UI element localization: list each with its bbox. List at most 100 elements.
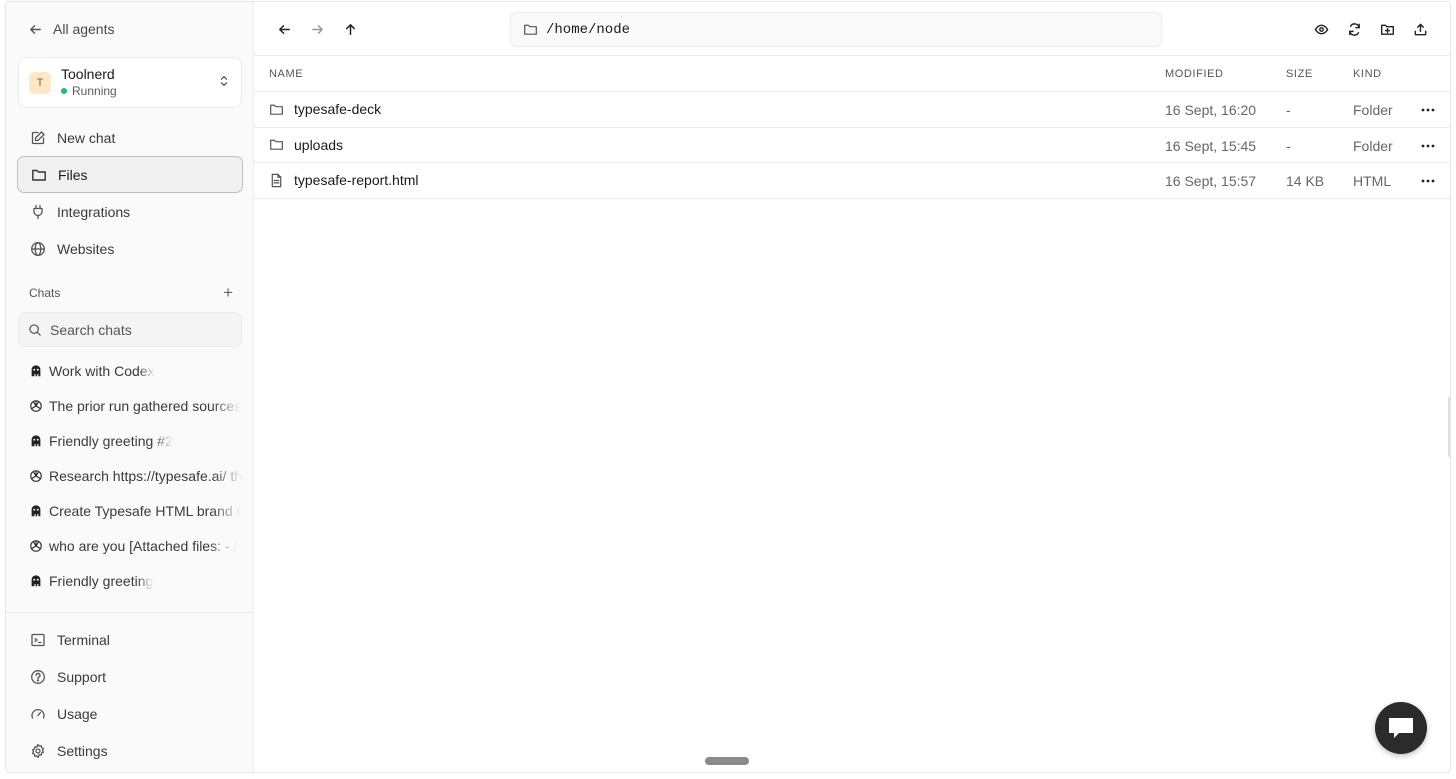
help-icon (31, 669, 45, 684)
forward-button[interactable] (308, 20, 326, 38)
file-row[interactable]: uploads 16 Sept, 15:45 - Folder (254, 128, 1450, 163)
sidebar: All agents T Toolnerd Running New chat F… (6, 2, 254, 772)
column-kind[interactable]: KIND (1353, 68, 1382, 80)
new-folder-button[interactable] (1378, 20, 1396, 38)
chat-item-label: Friendly greeting #2 (49, 432, 173, 449)
back-button[interactable] (275, 20, 293, 38)
agent-name: Toolnerd (61, 66, 115, 82)
chat-item[interactable]: The prior run gathered sources (29, 388, 242, 423)
folder-icon (270, 104, 283, 115)
preview-toggle-button[interactable] (1312, 20, 1330, 38)
search-chats-input[interactable] (50, 321, 230, 338)
nav-label: Integrations (57, 203, 131, 220)
folder-plus-icon (1380, 24, 1394, 35)
column-modified[interactable]: MODIFIED (1165, 68, 1224, 80)
chevron-up-down-icon (217, 74, 231, 91)
panel-edge-handle[interactable] (1448, 397, 1450, 457)
nav-files[interactable]: Files (17, 156, 243, 193)
plug-icon (33, 204, 43, 219)
refresh-icon (1348, 22, 1360, 36)
nav-label: Support (57, 668, 107, 685)
nav-label: Files (58, 166, 88, 183)
file-name-cell: typesafe-report.html (269, 172, 419, 188)
file-browser: NAME MODIFIED SIZE KIND typesafe-deck 16… (254, 2, 1450, 772)
nav-terminal[interactable]: Terminal (17, 621, 243, 658)
agent-switcher[interactable]: T Toolnerd Running (18, 57, 242, 108)
chat-item[interactable]: Friendly greeting (29, 563, 242, 598)
file-kind: Folder (1353, 102, 1393, 118)
edit-icon (31, 130, 45, 144)
agent-status: Running (61, 83, 217, 99)
more-horizontal-icon (1421, 179, 1435, 183)
openai-icon (30, 539, 42, 552)
chats-header: Chats + (29, 284, 233, 301)
all-agents-link[interactable]: All agents (28, 21, 114, 37)
agent-status-label: Running (72, 84, 117, 98)
file-kind: Folder (1353, 137, 1393, 154)
refresh-button[interactable] (1345, 20, 1363, 38)
globe-icon (31, 241, 45, 256)
add-chat-button[interactable]: + (223, 284, 233, 301)
nav-label: New chat (57, 129, 116, 146)
file-modified: 16 Sept, 16:20 (1165, 102, 1257, 118)
file-row[interactable]: typesafe-deck 16 Sept, 16:20 - Folder (254, 92, 1450, 128)
codex-icon (31, 574, 41, 586)
path-input[interactable] (546, 21, 1126, 38)
agent-info: Toolnerd Running (61, 66, 217, 99)
arrow-up-icon (345, 23, 355, 35)
nav-websites[interactable]: Websites (17, 230, 243, 267)
chat-widget-button[interactable] (1375, 702, 1427, 754)
nav-settings[interactable]: Settings (17, 732, 243, 769)
column-size[interactable]: SIZE (1286, 68, 1313, 80)
gear-icon (31, 743, 45, 758)
chat-item[interactable]: Research https://typesafe.ai/ th (29, 458, 242, 493)
bottom-nav: Terminal Support Usage Settings (17, 621, 243, 769)
upload-button[interactable] (1411, 20, 1429, 38)
nav-label: Websites (57, 240, 115, 257)
main-nav: New chat Files Integrations Websites (17, 119, 243, 267)
openai-icon (30, 399, 42, 412)
folder-icon (270, 139, 283, 150)
file-size: 14 KB (1286, 173, 1325, 189)
chat-bubble-icon (1389, 718, 1413, 738)
file-name: typesafe-deck (294, 101, 382, 117)
search-chats (18, 312, 242, 347)
chat-item-label: who are you [Attached files: - / (49, 537, 238, 554)
chat-item-label: Friendly greeting (49, 572, 154, 589)
codex-icon (31, 504, 41, 516)
all-agents-label: All agents (53, 21, 115, 37)
file-name-cell: uploads (269, 137, 343, 153)
chat-item[interactable]: who are you [Attached files: - / (29, 528, 242, 563)
chat-item-label: The prior run gathered sources (49, 397, 242, 414)
chat-item[interactable]: Friendly greeting #2 (29, 423, 242, 458)
nav-label: Usage (57, 705, 98, 722)
chats-title: Chats (29, 286, 61, 300)
chat-item[interactable]: Work with Codex (29, 353, 242, 388)
nav-support[interactable]: Support (17, 658, 243, 695)
file-size: - (1286, 137, 1291, 154)
chat-item[interactable]: Create Typesafe HTML brand r (29, 493, 242, 528)
chat-item-label: Work with Codex (49, 362, 155, 379)
nav-integrations[interactable]: Integrations (17, 193, 243, 230)
chat-item-label: Research https://typesafe.ai/ th (49, 467, 242, 484)
more-horizontal-icon (1421, 144, 1435, 147)
file-row[interactable]: typesafe-report.html 16 Sept, 15:57 14 K… (254, 163, 1450, 199)
file-size: - (1286, 102, 1291, 118)
nav-label: Settings (57, 742, 108, 759)
file-table-header: NAME MODIFIED SIZE KIND (254, 56, 1450, 92)
nav-usage[interactable]: Usage (17, 695, 243, 732)
up-directory-button[interactable] (341, 20, 359, 38)
file-modified: 16 Sept, 15:45 (1165, 137, 1257, 154)
search-icon (29, 323, 41, 336)
file-modified: 16 Sept, 15:57 (1165, 173, 1257, 189)
chat-item-label: Create Typesafe HTML brand r (49, 502, 242, 519)
nav-label: Terminal (57, 631, 110, 648)
column-name[interactable]: NAME (269, 68, 303, 80)
row-more-button[interactable] (1418, 101, 1438, 119)
row-more-button[interactable] (1418, 137, 1438, 155)
nav-new-chat[interactable]: New chat (17, 119, 243, 156)
row-more-button[interactable] (1418, 172, 1438, 190)
resize-handle[interactable] (705, 757, 749, 765)
arrow-left-icon (30, 24, 41, 34)
sidebar-divider (6, 612, 254, 613)
